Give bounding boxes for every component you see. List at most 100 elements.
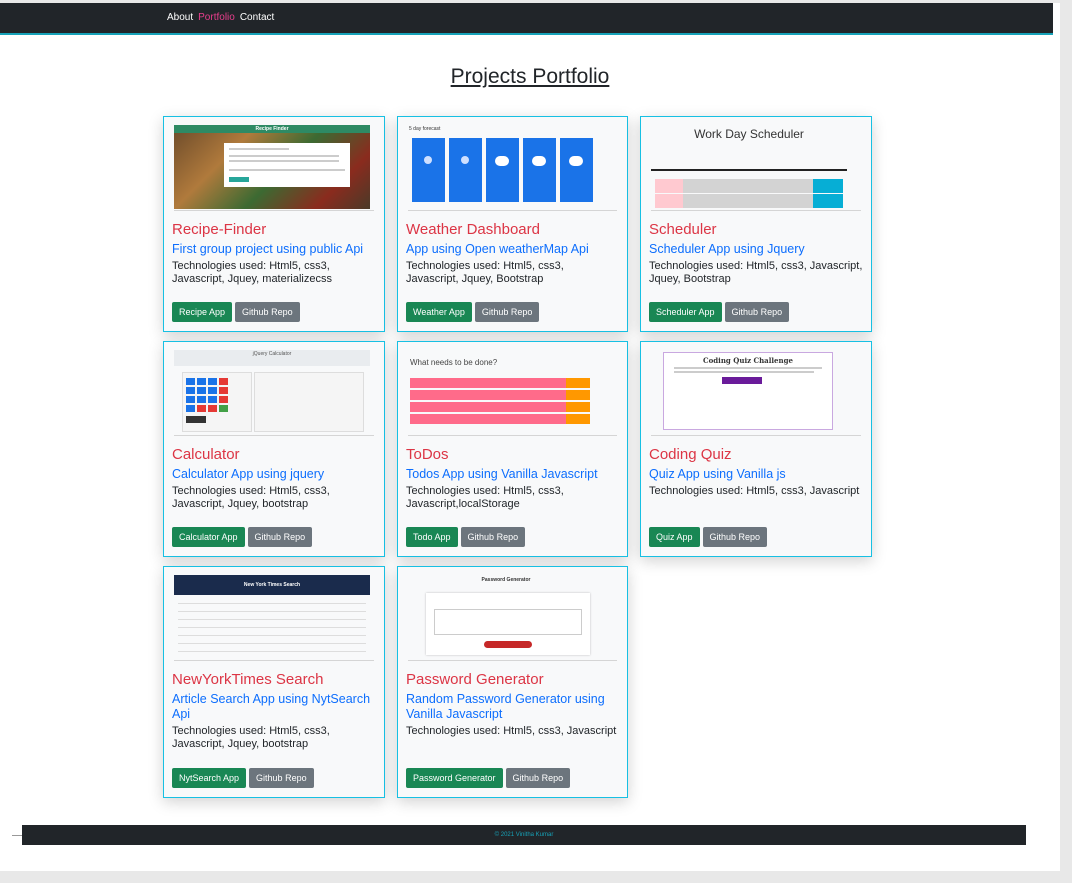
panel-line xyxy=(229,155,339,157)
github-repo-button[interactable]: Github Repo xyxy=(474,302,540,322)
event-cell xyxy=(683,179,813,193)
start-quiz-button xyxy=(722,377,762,384)
key xyxy=(219,396,228,403)
form-line xyxy=(178,611,366,612)
project-technologies: Technologies used: Html5, css3, Javascri… xyxy=(649,260,863,285)
clear-key xyxy=(186,416,206,423)
cloud-icon xyxy=(495,156,509,166)
project-card: Recipe Finder Recipe-Finder First group … xyxy=(163,116,385,332)
github-repo-button[interactable]: Github Repo xyxy=(235,302,300,322)
projects-grid: Recipe Finder Recipe-Finder First group … xyxy=(163,116,885,798)
footer-divider xyxy=(12,835,22,836)
recipe-finder-screenshot: Recipe Finder xyxy=(174,125,370,209)
key xyxy=(208,405,217,412)
forecast-day-card xyxy=(449,138,482,202)
forecast-day-card xyxy=(412,138,445,202)
scheduler-screenshot: Work Day Scheduler xyxy=(651,125,847,209)
button-group: Weather App Github Repo xyxy=(406,302,540,322)
forecast-day-card xyxy=(560,138,593,202)
key xyxy=(197,387,206,394)
project-thumbnail: What needs to be done? xyxy=(408,350,617,436)
todo-row xyxy=(410,378,590,388)
project-thumbnail: Recipe Finder xyxy=(174,125,374,211)
generator-box xyxy=(426,593,590,655)
github-repo-button[interactable]: Github Repo xyxy=(460,527,526,547)
key xyxy=(208,387,217,394)
search-panel xyxy=(224,143,350,187)
quiz-text-line xyxy=(674,367,822,369)
key xyxy=(186,387,195,394)
password-textarea xyxy=(434,609,582,635)
complete-tag xyxy=(566,414,590,424)
github-repo-button[interactable]: Github Repo xyxy=(247,527,313,547)
panel-line xyxy=(229,160,339,162)
form-line xyxy=(178,619,366,620)
thumbnail-header: 5 day forecast xyxy=(409,126,441,132)
github-repo-button[interactable]: Github Repo xyxy=(249,768,314,788)
page: About Portfolio Contact Projects Portfol… xyxy=(0,3,1060,871)
project-subtitle: Random Password Generator using Vanilla … xyxy=(406,692,605,721)
project-title: Scheduler xyxy=(649,221,717,238)
complete-tag xyxy=(566,402,590,412)
project-subtitle: Quiz App using Vanilla js xyxy=(649,467,786,481)
keypad xyxy=(186,378,230,412)
password-generator-screenshot: Password Generator xyxy=(408,575,604,659)
project-title: Recipe-Finder xyxy=(172,221,267,238)
project-technologies: Technologies used: Html5, css3, Javascri… xyxy=(406,260,564,285)
panel-line xyxy=(229,148,289,150)
key xyxy=(186,378,195,385)
project-title: Weather Dashboard xyxy=(406,221,540,238)
app-button[interactable]: Password Generator xyxy=(406,768,503,788)
form-line xyxy=(178,627,366,628)
button-group: NytSearch App Github Repo xyxy=(172,768,314,788)
project-card: 5 day forecast Weather Dashboard App usi… xyxy=(397,116,628,332)
form-line xyxy=(178,643,366,644)
result-panel xyxy=(254,372,364,432)
project-technologies: Technologies used: Html5, css3, Javascri… xyxy=(172,725,330,750)
button-group: Calculator App Github Repo xyxy=(172,527,313,547)
key xyxy=(186,405,195,412)
panel-line xyxy=(229,169,345,171)
event-cell xyxy=(683,194,813,208)
github-repo-button[interactable]: Github Repo xyxy=(702,527,768,547)
key xyxy=(208,378,217,385)
key xyxy=(219,378,228,385)
key xyxy=(197,405,206,412)
app-button[interactable]: Scheduler App xyxy=(649,302,722,322)
complete-tag xyxy=(566,378,590,388)
project-title: Calculator xyxy=(172,446,240,463)
project-subtitle: Article Search App using NytSearch Api xyxy=(172,692,371,721)
nav-link-portfolio[interactable]: Portfolio xyxy=(198,12,235,23)
quiz-frame: Coding Quiz Challenge xyxy=(663,352,833,430)
thumbnail-header: Coding Quiz Challenge xyxy=(703,356,793,365)
app-button[interactable]: Weather App xyxy=(406,302,472,322)
cloud-icon xyxy=(532,156,546,166)
app-button[interactable]: Recipe App xyxy=(172,302,233,322)
thumbnail-header: New York Times Search xyxy=(174,575,370,595)
app-button[interactable]: Calculator App xyxy=(172,527,245,547)
hour-cell xyxy=(655,179,683,193)
nav-link-contact[interactable]: Contact xyxy=(240,12,274,23)
project-technologies: Technologies used: Html5, css3, Javascri… xyxy=(172,260,332,285)
project-technologies: Technologies used: Html5, css3, Javascri… xyxy=(406,485,564,510)
app-button[interactable]: Quiz App xyxy=(649,527,700,547)
key xyxy=(208,396,217,403)
nav-links: About Portfolio Contact xyxy=(167,12,274,23)
project-thumbnail: Coding Quiz Challenge xyxy=(651,350,861,436)
project-card: jQuery Calculator Calculator Calculator … xyxy=(163,341,385,557)
quiz-text-line xyxy=(674,371,814,373)
app-button[interactable]: NytSearch App xyxy=(172,768,247,788)
project-technologies: Technologies used: Html5, css3, Javascri… xyxy=(649,485,860,497)
project-title: NewYorkTimes Search xyxy=(172,671,324,688)
project-thumbnail: 5 day forecast xyxy=(408,125,617,211)
project-subtitle: First group project using public Api xyxy=(172,242,364,256)
panel-button xyxy=(229,177,249,182)
forecast-day-card xyxy=(486,138,519,202)
github-repo-button[interactable]: Github Repo xyxy=(724,302,790,322)
nav-link-about[interactable]: About xyxy=(167,12,193,23)
github-repo-button[interactable]: Github Repo xyxy=(505,768,571,788)
project-card: Work Day Scheduler Scheduler Scheduler A… xyxy=(640,116,872,332)
app-button[interactable]: Todo App xyxy=(406,527,458,547)
forecast-day-card xyxy=(523,138,556,202)
project-title: Password Generator xyxy=(406,671,544,688)
